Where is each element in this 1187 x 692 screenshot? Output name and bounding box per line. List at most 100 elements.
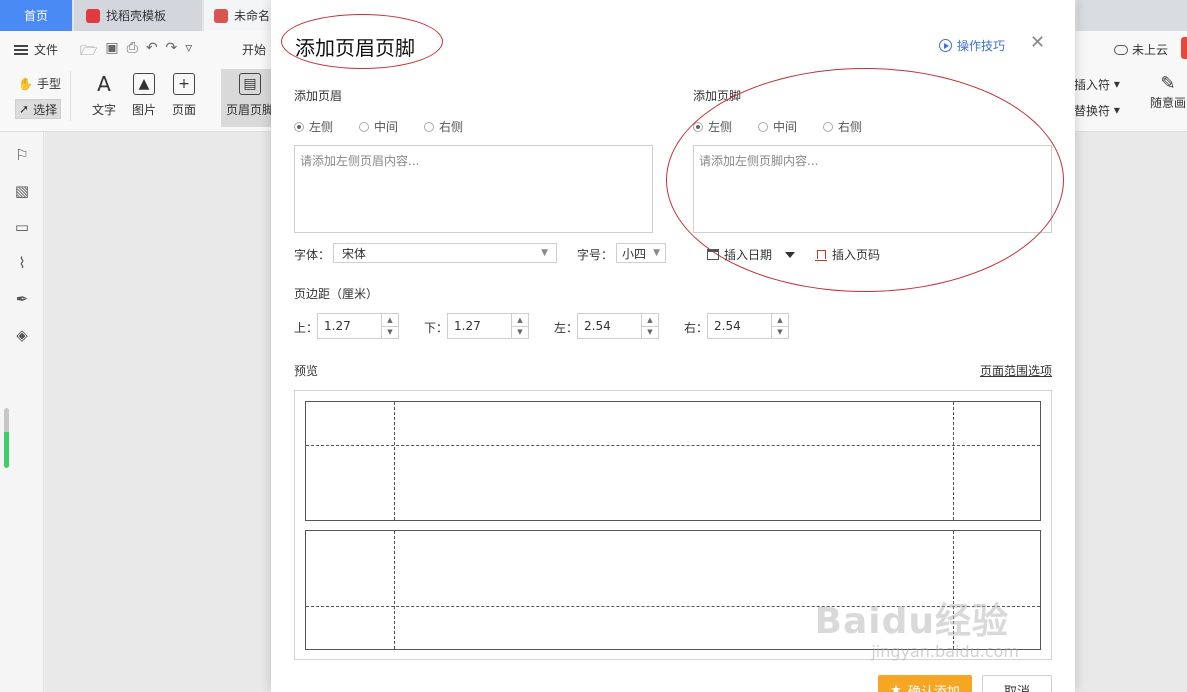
confirm-add-label: 确认添加 — [907, 684, 960, 692]
page-range-link[interactable]: 页面范围选项 — [980, 362, 1052, 379]
play-icon — [939, 39, 952, 52]
stepper-up-icon[interactable]: ▲ — [772, 314, 788, 326]
insert-date-button[interactable]: 插入日期 — [707, 246, 796, 263]
cloud-icon — [1114, 44, 1128, 55]
preview-margin-line — [394, 531, 395, 649]
cloud-status-label: 未上云 — [1132, 43, 1169, 57]
header-align-left[interactable]: 左侧 — [294, 118, 333, 135]
freehand-label: 随意画 — [1150, 96, 1187, 110]
insert-symbol-label: 插入符 — [1074, 77, 1111, 92]
print-icon[interactable]: ⎙ — [127, 40, 138, 64]
redo-icon[interactable]: ↷ — [166, 40, 178, 64]
stepper-arrows: ▲ ▼ — [771, 314, 788, 338]
sidebar-scrollbar[interactable] — [4, 408, 9, 468]
select-tool[interactable]: ➚ 选择 — [15, 99, 62, 119]
insert-symbol-button[interactable]: 插入符 ▾ — [1074, 71, 1120, 97]
share-badge[interactable] — [1181, 37, 1187, 59]
preview-margin-line — [953, 402, 954, 520]
more-dropdown-icon[interactable]: ▿ — [185, 40, 192, 64]
header-footer-tool[interactable]: ▤ 页眉页脚 — [227, 73, 273, 118]
tab-document-label: 未命名 — [234, 9, 271, 23]
title-annotation-ellipse — [281, 14, 443, 69]
tab-template[interactable]: 找稻壳模板 — [74, 0, 202, 31]
stepper-down-icon[interactable]: ▼ — [382, 325, 398, 339]
header-footer-icon: ▤ — [239, 73, 261, 95]
header-section-label: 添加页眉 — [294, 89, 343, 103]
confirm-add-button[interactable]: ★ 确认添加 — [878, 675, 972, 692]
cloud-status[interactable]: 未上云 — [1114, 41, 1168, 58]
left-sidebar: ⚐ ▧ ▭ ⌇ ✒ ◈ — [0, 132, 44, 692]
bookmark-icon[interactable]: ⚐ — [13, 146, 31, 164]
stepper-down-icon[interactable]: ▼ — [642, 325, 658, 339]
preview-margin-line — [306, 445, 1040, 446]
plus-icon: + — [173, 73, 195, 95]
header-content-input[interactable] — [294, 145, 653, 233]
stepper-down-icon[interactable]: ▼ — [512, 325, 528, 339]
radio-dot — [359, 121, 370, 132]
caret-down-icon — [785, 251, 796, 258]
cursor-icon: ➚ — [19, 102, 30, 116]
hamburger-icon — [14, 44, 28, 55]
radio-dot — [424, 121, 435, 132]
tab-bar-right — [1077, 0, 1187, 31]
save-icon[interactable]: ▣ — [105, 40, 118, 64]
baidu-watermark-url: jingyan.baidu.com — [871, 642, 1019, 661]
margin-left-stepper[interactable]: 2.54 ▲ ▼ — [577, 313, 659, 339]
stepper-up-icon[interactable]: ▲ — [512, 314, 528, 326]
margin-bottom-label: 下： — [424, 321, 449, 335]
undo-icon[interactable]: ↶ — [146, 40, 158, 64]
font-label: 字体： — [294, 248, 331, 262]
stepper-up-icon[interactable]: ▲ — [642, 314, 658, 326]
signature-icon[interactable]: ✒ — [13, 290, 31, 308]
freehand-tool[interactable]: ✎ 随意画 — [1150, 73, 1186, 111]
page-tool[interactable]: + 页面 — [164, 73, 204, 118]
attachment-icon[interactable]: ⌇ — [13, 254, 31, 272]
text-tool[interactable]: A 文字 — [84, 72, 124, 118]
margin-bottom-value[interactable]: 1.27 — [448, 314, 511, 338]
font-select[interactable]: 宋体 ▼ — [333, 243, 557, 263]
margin-top-label: 上： — [294, 321, 319, 335]
margin-bottom-stepper[interactable]: 1.27 ▲ ▼ — [447, 313, 529, 339]
quick-access: 🗁 ▣ ⎙ ↶ ↷ ▿ — [80, 40, 192, 64]
thumbnail-icon[interactable]: ▧ — [13, 182, 31, 200]
image-tool-label: 图片 — [131, 103, 156, 117]
size-select[interactable]: 小四 ▼ — [616, 243, 666, 263]
preview-margin-line — [394, 402, 395, 520]
stepper-up-icon[interactable]: ▲ — [382, 314, 398, 326]
replace-symbol-button[interactable]: 替换符 ▾ — [1074, 97, 1120, 123]
radio-label: 右侧 — [439, 120, 464, 134]
file-menu[interactable]: 文件 — [14, 41, 58, 58]
size-select-value: 小四 — [622, 246, 647, 261]
hand-icon: ✋ — [18, 76, 33, 91]
margin-top-stepper[interactable]: 1.27 ▲ ▼ — [317, 313, 399, 339]
margin-right-value[interactable]: 2.54 — [708, 314, 771, 338]
header-footer-dialog: 添加页眉页脚 操作技巧 ✕ 添加页眉 左侧 中间 右侧 添加页脚 左侧 中间 右… — [271, 0, 1075, 692]
hand-tool[interactable]: ✋ 手型 — [18, 75, 61, 92]
tips-link[interactable]: 操作技巧 — [939, 37, 1005, 54]
insert-page-number-button[interactable]: 插入页码 — [815, 246, 880, 263]
calendar-icon — [707, 249, 719, 260]
start-menu[interactable]: 开始 — [242, 41, 266, 58]
header-align-group: 左侧 中间 右侧 — [294, 118, 489, 135]
margins-label: 页边距（厘米） — [294, 287, 379, 301]
cancel-button[interactable]: 取消 — [982, 675, 1052, 692]
margin-left-value[interactable]: 2.54 — [578, 314, 641, 338]
open-folder-icon[interactable]: 🗁 — [80, 40, 97, 64]
chevron-down-icon: ▼ — [541, 248, 548, 258]
page-tool-label: 页面 — [171, 103, 196, 117]
tab-home[interactable]: 首页 — [0, 0, 72, 31]
replace-symbol-label: 替换符 — [1074, 103, 1111, 118]
stepper-down-icon[interactable]: ▼ — [772, 325, 788, 339]
page-number-icon — [815, 249, 827, 261]
margin-right-stepper[interactable]: 2.54 ▲ ▼ — [707, 313, 789, 339]
header-align-center[interactable]: 中间 — [359, 118, 398, 135]
margin-top-value[interactable]: 1.27 — [318, 314, 381, 338]
comment-icon[interactable]: ▭ — [13, 218, 31, 236]
symbol-tools: 插入符 ▾ 替换符 ▾ — [1074, 71, 1120, 123]
pdf-file-icon — [214, 8, 228, 23]
header-align-right[interactable]: 右侧 — [424, 118, 463, 135]
close-icon[interactable]: ✕ — [1030, 34, 1045, 52]
image-tool[interactable]: ▲ 图片 — [124, 73, 164, 118]
layers-icon[interactable]: ◈ — [13, 326, 31, 344]
tips-link-label: 操作技巧 — [957, 39, 1006, 53]
